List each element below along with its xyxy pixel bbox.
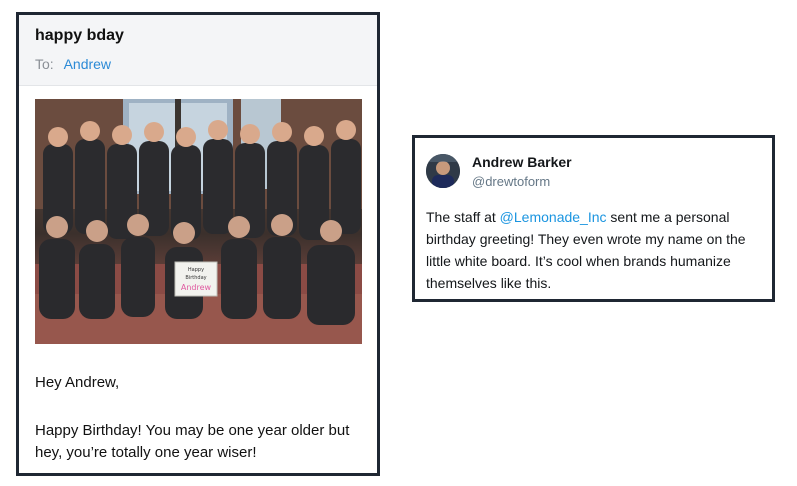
email-header: happy bday To: Andrew bbox=[19, 15, 377, 86]
tweet-mention-link[interactable]: @Lemonade_Inc bbox=[500, 209, 607, 225]
tweet-author-name[interactable]: Andrew Barker bbox=[472, 154, 572, 170]
svg-text:Andrew: Andrew bbox=[181, 283, 212, 292]
email-card: happy bday To: Andrew Happy Birthday And… bbox=[16, 12, 380, 476]
svg-text:Birthday: Birthday bbox=[185, 275, 206, 281]
email-subject: happy bday bbox=[35, 27, 124, 44]
tweet-text-start: The staff at bbox=[426, 209, 500, 225]
email-recipient-row: To: Andrew bbox=[35, 56, 111, 72]
email-to-label: To: bbox=[35, 56, 54, 72]
user-avatar[interactable] bbox=[426, 154, 460, 188]
tweet-author-handle[interactable]: @drewtoform bbox=[472, 174, 550, 189]
email-message-body: Happy Birthday! You may be one year olde… bbox=[35, 422, 350, 461]
team-group-photo: Happy Birthday Andrew bbox=[35, 99, 362, 344]
tweet-card: Andrew Barker @drewtoform The staff at @… bbox=[412, 135, 775, 302]
email-greeting: Hey Andrew, bbox=[35, 374, 120, 391]
whiteboard-sign: Happy Birthday Andrew bbox=[174, 261, 218, 297]
svg-text:Happy: Happy bbox=[188, 267, 204, 273]
tweet-text: The staff at @Lemonade_Inc sent me a per… bbox=[426, 206, 764, 294]
email-recipient-name[interactable]: Andrew bbox=[64, 56, 111, 72]
